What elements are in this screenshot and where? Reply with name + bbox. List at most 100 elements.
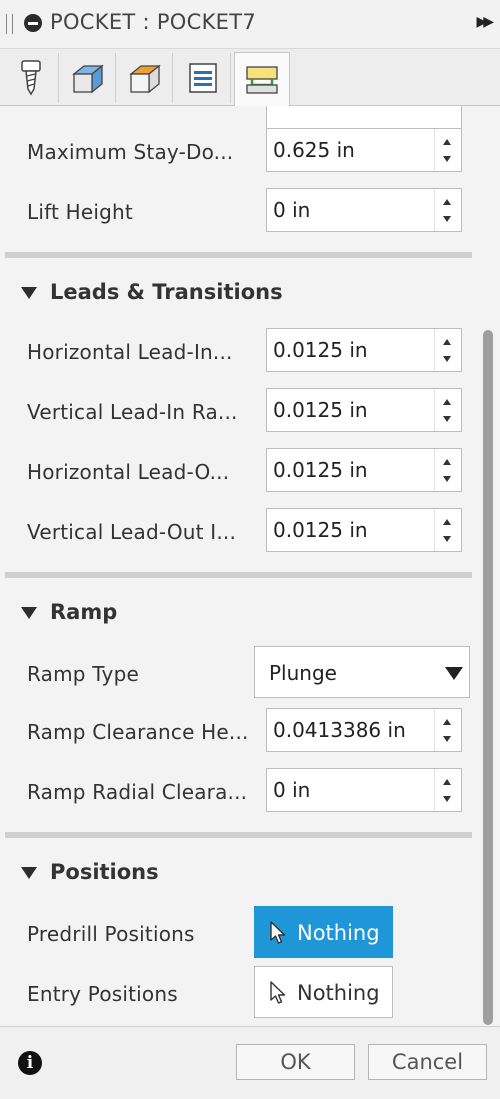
max-stay-down-input[interactable] [267,129,435,171]
ramp-type-select[interactable]: Plunge [254,646,470,698]
down-arrow-icon[interactable] [443,476,451,482]
collapse-triangle-icon[interactable] [21,287,37,299]
parameters-panel[interactable]: Maximum Stay-Do... Lift Height Leads & T… [0,106,482,1024]
ramp-radial-label: Ramp Radial Cleara... [27,780,248,804]
positions-group-title: Positions [50,860,159,884]
leads-group-header[interactable]: Leads & Transitions [0,274,480,314]
max-stay-down-field[interactable] [266,128,462,172]
predrill-label: Predrill Positions [27,922,195,946]
entry-label: Entry Positions [27,982,178,1006]
cancel-button[interactable]: Cancel [368,1044,487,1080]
ramp-group-header[interactable]: Ramp [0,594,480,634]
ramp-radial-input[interactable] [267,769,435,811]
lift-height-row: Lift Height [0,182,480,242]
ramp-clearance-row: Ramp Clearance He... [0,702,480,762]
cursor-arrow-icon [270,981,286,1004]
horizontal-lead-in-field[interactable] [266,328,462,372]
ramp-radial-field[interactable] [266,768,462,812]
vertical-scrollbar[interactable] [483,330,493,1025]
up-arrow-icon[interactable] [443,719,451,725]
cursor-arrow-icon [270,921,286,944]
down-arrow-icon[interactable] [443,416,451,422]
up-arrow-icon[interactable] [443,519,451,525]
up-arrow-icon[interactable] [443,399,451,405]
horizontal-lead-in-stepper[interactable] [434,329,461,371]
ramp-clearance-label: Ramp Clearance He... [27,720,249,744]
entry-selection-button[interactable]: Nothing [254,966,393,1018]
dialog-title: POCKET : POCKET7 [50,10,257,34]
divider [5,252,472,258]
ramp-type-label: Ramp Type [27,662,139,686]
horizontal-lead-out-field[interactable] [266,448,462,492]
info-icon[interactable]: i [18,1051,42,1075]
vertical-lead-in-input[interactable] [267,389,435,431]
vertical-lead-out-stepper[interactable] [434,509,461,551]
ramp-type-value: Plunge [269,661,337,685]
vertical-lead-out-input[interactable] [267,509,435,551]
expand-icon[interactable]: ▶▶ [476,14,493,30]
ramp-clearance-field[interactable] [266,708,462,752]
max-stay-down-stepper[interactable] [434,129,461,171]
predrill-selection-button[interactable]: Nothing [254,906,393,958]
horizontal-lead-out-stepper[interactable] [434,449,461,491]
tab-tool[interactable] [4,53,59,103]
predrill-value: Nothing [297,921,380,945]
ramp-clearance-input[interactable] [267,709,435,751]
lift-height-label: Lift Height [27,200,133,224]
collapse-triangle-icon[interactable] [21,607,37,619]
down-arrow-icon[interactable] [443,736,451,742]
ramp-clearance-stepper[interactable] [434,709,461,751]
drag-handle[interactable] [6,14,13,34]
down-arrow-icon[interactable] [443,356,451,362]
leads-group-title: Leads & Transitions [50,280,283,304]
ramp-radial-row: Ramp Radial Cleara... [0,762,480,822]
down-arrow-icon[interactable] [443,796,451,802]
collapse-triangle-icon[interactable] [21,867,37,879]
up-arrow-icon[interactable] [443,459,451,465]
horizontal-lead-in-row: Horizontal Lead-In... [0,322,480,382]
max-stay-down-label: Maximum Stay-Do... [27,140,234,164]
tab-heights[interactable] [118,53,173,103]
lift-height-stepper[interactable] [434,189,461,231]
vertical-lead-out-row: Vertical Lead-Out I... [0,502,480,562]
title-bar: POCKET : POCKET7 ▶▶ [0,0,500,49]
predrill-row: Predrill Positions Nothing [0,906,480,966]
vertical-lead-in-stepper[interactable] [434,389,461,431]
ramp-group-title: Ramp [50,600,118,624]
up-arrow-icon[interactable] [443,139,451,145]
stop-icon [24,14,42,32]
geometry-icon [72,64,104,94]
tab-bar [0,49,500,106]
chevron-down-icon[interactable] [445,667,463,680]
horizontal-lead-in-label: Horizontal Lead-In... [27,340,233,364]
tab-passes[interactable] [176,53,231,103]
vertical-lead-out-label: Vertical Lead-Out I... [27,520,237,544]
vertical-lead-out-field[interactable] [266,508,462,552]
lift-height-input[interactable] [267,189,435,231]
vertical-lead-in-label: Vertical Lead-In Ra... [27,400,238,424]
ok-button[interactable]: OK [236,1044,355,1080]
tab-geometry[interactable] [61,53,116,103]
up-arrow-icon[interactable] [443,199,451,205]
horizontal-lead-out-label: Horizontal Lead-O... [27,460,230,484]
lift-height-field[interactable] [266,188,462,232]
down-arrow-icon[interactable] [443,216,451,222]
up-arrow-icon[interactable] [443,779,451,785]
ramp-radial-stepper[interactable] [434,769,461,811]
down-arrow-icon[interactable] [443,536,451,542]
horizontal-lead-in-input[interactable] [267,329,435,371]
vertical-lead-in-field[interactable] [266,388,462,432]
tab-linking[interactable] [234,52,290,106]
divider [5,832,472,838]
vertical-lead-in-row: Vertical Lead-In Ra... [0,382,480,442]
dialog-footer: i OK Cancel [0,1026,500,1099]
horizontal-lead-out-input[interactable] [267,449,435,491]
tool-icon [21,60,41,96]
positions-group-header[interactable]: Positions [0,854,480,894]
entry-value: Nothing [297,981,380,1005]
heights-icon [129,64,161,94]
down-arrow-icon[interactable] [443,156,451,162]
up-arrow-icon[interactable] [443,339,451,345]
divider [5,572,472,578]
horizontal-lead-out-row: Horizontal Lead-O... [0,442,480,502]
